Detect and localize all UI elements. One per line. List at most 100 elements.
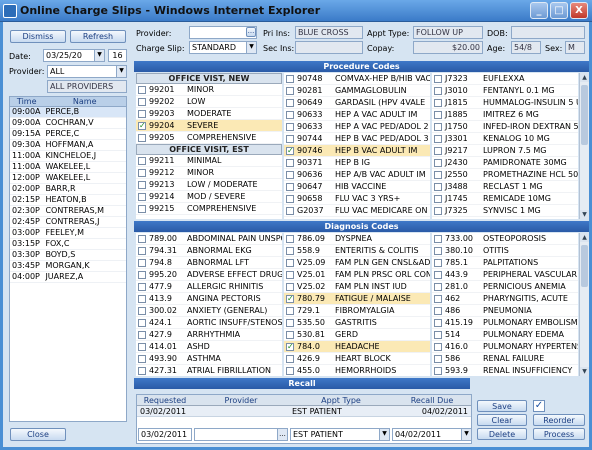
procedure-code-row[interactable]: J7323 EUFLEXXA bbox=[432, 73, 578, 85]
checkbox-icon[interactable] bbox=[286, 246, 294, 255]
checkbox-icon[interactable] bbox=[434, 294, 442, 303]
checkbox-icon[interactable] bbox=[434, 246, 442, 255]
diagnosis-code-row[interactable]: 593.9 RENAL INSUFFICIENCY bbox=[432, 365, 578, 376]
chevron-down-icon[interactable]: ▼ bbox=[379, 429, 389, 440]
checkbox-icon[interactable] bbox=[434, 270, 442, 279]
checkbox-icon[interactable] bbox=[286, 366, 294, 375]
appointment-row[interactable]: 09:00A PERCE,B bbox=[10, 107, 126, 118]
checkbox-icon[interactable] bbox=[434, 330, 442, 339]
chevron-down-icon[interactable]: ▼ bbox=[94, 50, 104, 61]
chevron-down-icon[interactable]: ▼ bbox=[461, 429, 471, 440]
appointment-row[interactable]: 03:45P MORGAN,K bbox=[10, 261, 126, 272]
checkbox-icon[interactable] bbox=[138, 168, 146, 177]
diagnosis-code-row[interactable]: 443.9 PERIPHERAL VASCULAR DZ bbox=[432, 269, 578, 281]
checkbox-icon[interactable] bbox=[286, 98, 294, 107]
checkbox-icon[interactable] bbox=[434, 234, 442, 243]
diagnosis-code-row[interactable]: 462 PHARYNGITIS, ACUTE bbox=[432, 293, 578, 305]
checkbox-icon[interactable] bbox=[434, 194, 442, 203]
checkbox-icon[interactable] bbox=[138, 294, 146, 303]
chevron-down-icon[interactable]: ▼ bbox=[246, 42, 256, 53]
checkbox-icon[interactable] bbox=[138, 258, 146, 267]
procedure-code-row[interactable]: ✓ 99204 SEVERE bbox=[136, 120, 282, 132]
scroll-thumb[interactable] bbox=[581, 245, 588, 287]
appointment-row[interactable]: 02:45P CONTRERAS,J bbox=[10, 217, 126, 228]
appointment-row[interactable]: 03:30P BOYD,S bbox=[10, 250, 126, 261]
appointment-row[interactable]: 12:00P WAKELEE,L bbox=[10, 173, 126, 184]
diagnosis-code-row[interactable]: ✓ 780.79 FATIGUE / MALAISE bbox=[284, 293, 430, 305]
provider-lookup-button[interactable]: ... bbox=[277, 429, 287, 440]
checkbox-icon[interactable] bbox=[434, 306, 442, 315]
provider-select[interactable]: ALL ▼ bbox=[47, 65, 127, 78]
checkbox-icon[interactable] bbox=[286, 134, 294, 143]
checkbox-icon[interactable] bbox=[286, 158, 294, 167]
checkbox-checked-icon[interactable]: ✓ bbox=[286, 146, 294, 155]
checkbox-icon[interactable] bbox=[138, 366, 146, 375]
checkbox-icon[interactable] bbox=[138, 192, 146, 201]
checkbox-icon[interactable] bbox=[286, 122, 294, 131]
checkbox-icon[interactable] bbox=[286, 194, 294, 203]
checkbox-icon[interactable] bbox=[286, 182, 294, 191]
scroll-up-icon[interactable]: ▲ bbox=[580, 73, 589, 82]
checkbox-icon[interactable] bbox=[138, 246, 146, 255]
diagnosis-code-row[interactable]: 300.02 ANXIETY (GENERAL) bbox=[136, 305, 282, 317]
refresh-button[interactable]: Refresh bbox=[70, 30, 126, 43]
appointment-row[interactable]: 03:15P FOX,C bbox=[10, 239, 126, 250]
appointment-row[interactable]: 11:00A WAKELEE,L bbox=[10, 162, 126, 173]
procedure-code-row[interactable]: J1750 INFED-IRON DEXTRAN 50 bbox=[432, 121, 578, 133]
appointment-row[interactable]: 11:00A KINCHELOE,J bbox=[10, 151, 126, 162]
diagnosis-code-row[interactable]: 281.0 PERNICIOUS ANEMIA bbox=[432, 281, 578, 293]
procedure-code-row[interactable]: 90744 HEP B VAC PED/ADOL 3 bbox=[284, 133, 430, 145]
close-button[interactable]: Close bbox=[10, 428, 66, 441]
delete-button[interactable]: Delete bbox=[477, 428, 527, 440]
diagnosis-code-row[interactable]: 794.8 ABNORMAL LFT bbox=[136, 257, 282, 269]
checkbox-icon[interactable] bbox=[434, 282, 442, 291]
appointment-row[interactable]: 02:30P CONTRERAS,M bbox=[10, 206, 126, 217]
procedure-code-row[interactable]: J3488 RECLAST 1 MG bbox=[432, 181, 578, 193]
diagnosis-code-row[interactable]: 380.10 OTITIS bbox=[432, 245, 578, 257]
checkbox-icon[interactable] bbox=[434, 354, 442, 363]
procedure-code-row[interactable]: J9217 LUPRON 7.5 MG bbox=[432, 145, 578, 157]
procedure-code-row[interactable]: 90658 FLU VAC 3 YRS+ bbox=[284, 193, 430, 205]
diagnosis-code-row[interactable]: 416.0 PULMONARY HYPERTENSION bbox=[432, 341, 578, 353]
procedure-code-row[interactable]: 99212 MINOR bbox=[136, 167, 282, 179]
procedure-code-row[interactable]: 99202 LOW bbox=[136, 96, 282, 108]
checkbox-icon[interactable] bbox=[138, 180, 146, 189]
checkbox-icon[interactable] bbox=[434, 342, 442, 351]
procedure-code-row[interactable]: 99214 MOD / SEVERE bbox=[136, 191, 282, 203]
diagnosis-code-row[interactable]: 514 PULMONARY EDEMA bbox=[432, 329, 578, 341]
appointment-row[interactable]: 09:30A HOFFMAN,A bbox=[10, 140, 126, 151]
diagnosis-code-row[interactable]: 586 RENAL FAILURE bbox=[432, 353, 578, 365]
checkbox-icon[interactable] bbox=[138, 270, 146, 279]
checkbox-icon[interactable] bbox=[138, 354, 146, 363]
procedure-code-row[interactable]: J0702CELESTONE 3MG bbox=[432, 217, 578, 219]
checkbox-icon[interactable] bbox=[434, 158, 442, 167]
checkbox-icon[interactable] bbox=[434, 122, 442, 131]
diagnosis-scrollbar[interactable]: ▲ ▼ bbox=[579, 233, 589, 376]
checkbox-icon[interactable] bbox=[138, 234, 146, 243]
procedure-code-row[interactable]: J1745 REMICADE 10MG bbox=[432, 193, 578, 205]
diagnosis-code-row[interactable]: 477.9 ALLERGIC RHINITIS bbox=[136, 281, 282, 293]
checkbox-icon[interactable] bbox=[138, 342, 146, 351]
minimize-button[interactable]: _ bbox=[530, 2, 548, 19]
maximize-button[interactable]: □ bbox=[550, 2, 568, 19]
procedure-code-row[interactable]: J3301 KENALOG 10 MG bbox=[432, 133, 578, 145]
checkbox-icon[interactable] bbox=[434, 146, 442, 155]
procedure-code-row[interactable]: 90655FLU VAC 6-35 MO bbox=[284, 217, 430, 219]
diagnosis-code-row[interactable]: 794.31 ABNORMAL EKG bbox=[136, 245, 282, 257]
checkbox-icon[interactable] bbox=[138, 204, 146, 213]
checkbox-icon[interactable] bbox=[286, 330, 294, 339]
checkbox-icon[interactable] bbox=[434, 134, 442, 143]
procedure-code-row[interactable]: 90281 GAMMAGLOBULIN bbox=[284, 85, 430, 97]
appointment-row[interactable]: 03:00P FEELEY,M bbox=[10, 228, 126, 239]
procedure-code-row[interactable]: 90636 HEP A/B VAC ADULT IM bbox=[284, 169, 430, 181]
checkbox-icon[interactable] bbox=[138, 282, 146, 291]
procedure-scrollbar[interactable]: ▲ ▼ bbox=[579, 73, 589, 219]
checkbox-icon[interactable] bbox=[286, 86, 294, 95]
checkbox-icon[interactable] bbox=[434, 218, 442, 219]
checkbox-icon[interactable] bbox=[434, 182, 442, 191]
appointment-list[interactable]: Time Name 09:00A PERCE,B 09:00A COCHRAN,V 09… bbox=[9, 96, 127, 422]
procedure-code-row[interactable]: 99205 COMPREHENSIVE bbox=[136, 132, 282, 144]
checkbox-icon[interactable] bbox=[138, 97, 146, 106]
procedure-code-row[interactable]: 90748 COMVAX-HEP B/HIB VAC bbox=[284, 73, 430, 85]
checkbox-icon[interactable] bbox=[138, 318, 146, 327]
